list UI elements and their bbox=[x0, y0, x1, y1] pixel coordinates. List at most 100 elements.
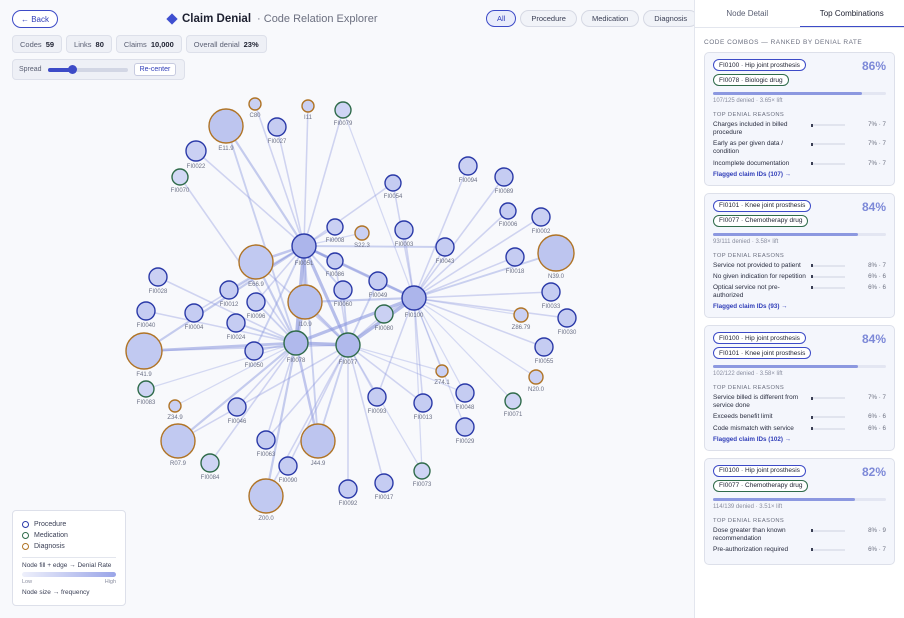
graph-node-i11[interactable]: I11 bbox=[301, 99, 315, 121]
node-circle[interactable] bbox=[338, 479, 358, 499]
node-circle[interactable] bbox=[283, 330, 309, 356]
graph-node-fi0063[interactable]: FI0063 bbox=[256, 430, 276, 458]
graph-node-fi0073[interactable]: FI0073 bbox=[413, 462, 432, 488]
graph-node-fi0070[interactable]: FI0070 bbox=[171, 168, 190, 194]
graph-node-n20-0[interactable]: N20.0 bbox=[528, 369, 545, 393]
graph-node-fi0004[interactable]: FI0004 bbox=[184, 303, 204, 331]
node-circle[interactable] bbox=[326, 218, 344, 236]
node-circle[interactable] bbox=[528, 369, 544, 385]
graph-node-fi0027[interactable]: FI0027 bbox=[267, 117, 287, 145]
filter-medication[interactable]: Medication bbox=[580, 10, 640, 27]
graph-node-fi0028[interactable]: FI0028 bbox=[148, 267, 168, 295]
graph-node-fi0002[interactable]: FI0002 bbox=[531, 207, 551, 235]
code-tag[interactable]: FI0078 · Biologic drug bbox=[713, 74, 789, 86]
graph-node-j44-9[interactable]: J44.9 bbox=[300, 423, 336, 467]
flagged-claims-link[interactable]: Flagged claim IDs (102) → bbox=[713, 436, 886, 443]
node-circle[interactable] bbox=[219, 280, 239, 300]
graph-node-fi0096[interactable]: FI0096 bbox=[246, 292, 266, 320]
graph-node-fi0094[interactable]: FI0094 bbox=[458, 156, 478, 184]
node-circle[interactable] bbox=[244, 341, 264, 361]
node-circle[interactable] bbox=[137, 380, 155, 398]
recenter-button[interactable]: Re-center bbox=[133, 63, 177, 76]
graph-node-c80[interactable]: C80 bbox=[248, 97, 262, 119]
node-circle[interactable] bbox=[541, 282, 561, 302]
graph-node-fi0049[interactable]: FI0049 bbox=[368, 271, 388, 299]
graph-node-f41-9[interactable]: F41.9 bbox=[125, 332, 163, 378]
node-circle[interactable] bbox=[458, 156, 478, 176]
graph-node-z74-1[interactable]: Z74.1 bbox=[434, 364, 450, 386]
node-circle[interactable] bbox=[184, 303, 204, 323]
graph-node-fi0060[interactable]: FI0060 bbox=[333, 280, 353, 308]
graph-node-fi0090[interactable]: FI0090 bbox=[278, 456, 298, 484]
node-circle[interactable] bbox=[248, 478, 284, 514]
node-circle[interactable] bbox=[334, 101, 352, 119]
graph-node-z34-9[interactable]: Z34.9 bbox=[167, 399, 183, 421]
code-tag[interactable]: FI0100 · Hip joint prosthesis bbox=[713, 332, 806, 345]
node-circle[interactable] bbox=[160, 423, 196, 459]
node-circle[interactable] bbox=[267, 117, 287, 137]
node-circle[interactable] bbox=[278, 456, 298, 476]
graph-node-fi0012[interactable]: FI0012 bbox=[219, 280, 239, 308]
flagged-claims-link[interactable]: Flagged claim IDs (107) → bbox=[713, 171, 886, 178]
graph-node-fi0050[interactable]: FI0050 bbox=[244, 341, 264, 369]
graph-node-fi0084[interactable]: FI0084 bbox=[200, 453, 220, 481]
graph-node-i10-9[interactable]: I10.9 bbox=[287, 284, 323, 328]
code-tag[interactable]: FI0077 · Chemotherapy drug bbox=[713, 214, 809, 227]
node-circle[interactable] bbox=[208, 108, 244, 144]
node-circle[interactable] bbox=[499, 202, 517, 220]
graph-node-r07-9[interactable]: R07.9 bbox=[160, 423, 196, 467]
graph-node-fi0006[interactable]: FI0006 bbox=[499, 202, 518, 228]
node-circle[interactable] bbox=[248, 97, 262, 111]
node-circle[interactable] bbox=[384, 174, 402, 192]
node-circle[interactable] bbox=[455, 417, 475, 437]
node-circle[interactable] bbox=[291, 233, 317, 259]
filter-all[interactable]: All bbox=[486, 10, 517, 27]
code-tag[interactable]: FI0101 · Knee joint prosthesis bbox=[713, 347, 812, 360]
node-circle[interactable] bbox=[171, 168, 189, 186]
spread-slider[interactable] bbox=[47, 64, 128, 74]
graph-node-fi0093[interactable]: FI0093 bbox=[367, 387, 387, 415]
node-circle[interactable] bbox=[534, 337, 554, 357]
node-circle[interactable] bbox=[148, 267, 168, 287]
node-circle[interactable] bbox=[246, 292, 266, 312]
node-circle[interactable] bbox=[301, 99, 315, 113]
tab-node-detail[interactable]: Node Detail bbox=[695, 0, 800, 27]
code-tag[interactable]: FI0100 · Hip joint prosthesis bbox=[713, 464, 806, 477]
graph-node-fi0048[interactable]: FI0048 bbox=[455, 383, 475, 411]
graph-node-fi0092[interactable]: FI0092 bbox=[338, 479, 358, 507]
node-circle[interactable] bbox=[513, 307, 529, 323]
graph-node-fi0078[interactable]: FI0078 bbox=[283, 330, 309, 364]
node-circle[interactable] bbox=[494, 167, 514, 187]
node-circle[interactable] bbox=[333, 280, 353, 300]
node-circle[interactable] bbox=[401, 285, 427, 311]
node-circle[interactable] bbox=[368, 271, 388, 291]
node-circle[interactable] bbox=[413, 393, 433, 413]
node-circle[interactable] bbox=[335, 332, 361, 358]
combo-card[interactable]: FI0100 · Hip joint prosthesis FI0078 · Bi… bbox=[704, 52, 895, 186]
graph-node-s22-3[interactable]: S22.3 bbox=[354, 225, 370, 249]
graph-node-fi0033[interactable]: FI0033 bbox=[541, 282, 561, 310]
graph-node-fi0046[interactable]: FI0046 bbox=[227, 397, 247, 425]
flagged-claims-link[interactable]: Flagged claim IDs (93) → bbox=[713, 303, 886, 310]
node-circle[interactable] bbox=[537, 234, 575, 272]
filter-diagnosis[interactable]: Diagnosis bbox=[643, 10, 699, 27]
code-relation-graph[interactable]: E11.9 C80 I11 FI0079 FI0027 FI0022 FI0070 FI009… bbox=[0, 85, 694, 525]
node-circle[interactable] bbox=[256, 430, 276, 450]
node-circle[interactable] bbox=[367, 387, 387, 407]
node-circle[interactable] bbox=[238, 244, 274, 280]
back-button[interactable]: ← Back bbox=[12, 10, 59, 28]
tab-top-combinations[interactable]: Top Combinations bbox=[799, 0, 904, 27]
combo-card[interactable]: FI0100 · Hip joint prosthesis FI0101 · Kn… bbox=[704, 325, 895, 451]
graph-node-fi0100[interactable]: FI0100 bbox=[401, 285, 427, 319]
graph-node-fi0018[interactable]: FI0018 bbox=[505, 247, 525, 275]
graph-node-fi0089[interactable]: FI0089 bbox=[494, 167, 514, 195]
graph-node-fi0086[interactable]: FI0086 bbox=[326, 252, 345, 278]
node-circle[interactable] bbox=[326, 252, 344, 270]
filter-procedure[interactable]: Procedure bbox=[520, 10, 577, 27]
node-circle[interactable] bbox=[504, 392, 522, 410]
node-circle[interactable] bbox=[287, 284, 323, 320]
node-circle[interactable] bbox=[136, 301, 156, 321]
graph-node-fi0008[interactable]: FI0008 bbox=[326, 218, 345, 244]
node-circle[interactable] bbox=[413, 462, 431, 480]
node-circle[interactable] bbox=[374, 304, 394, 324]
